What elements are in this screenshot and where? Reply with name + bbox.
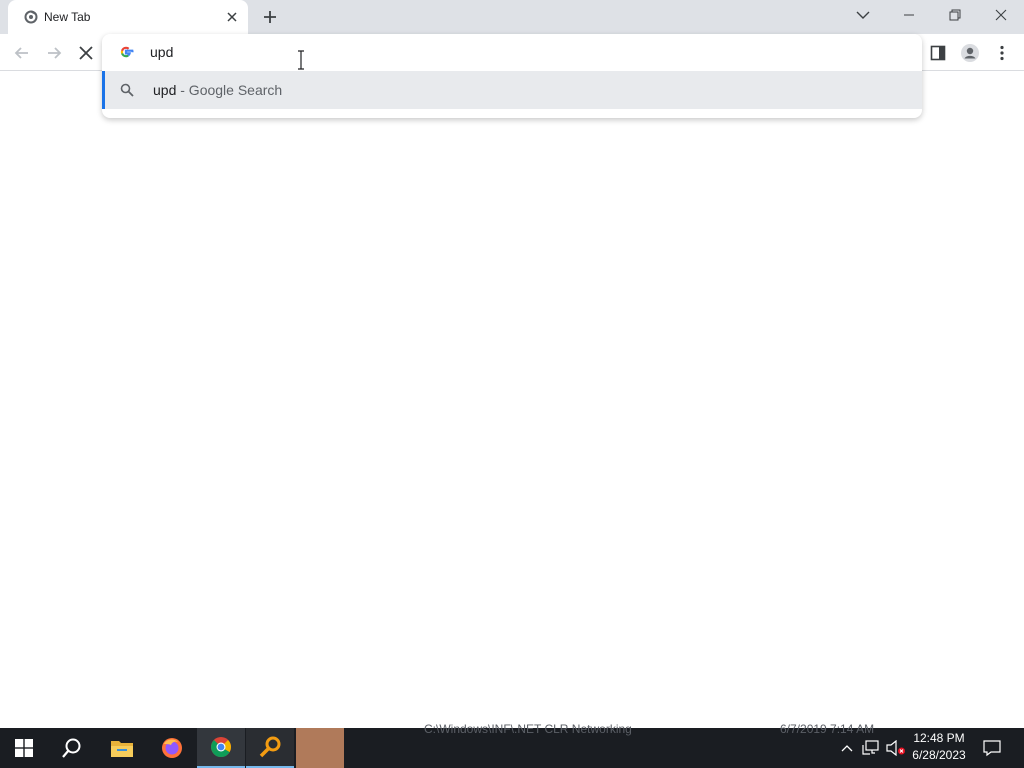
back-arrow-icon[interactable] <box>8 39 36 67</box>
stop-icon[interactable] <box>72 39 100 67</box>
system-clock[interactable]: 12:48 PM 6/28/2023 <box>908 730 970 766</box>
notification-icon[interactable] <box>972 728 1012 768</box>
address-bar-input[interactable] <box>150 42 850 62</box>
chrome-icon[interactable] <box>197 728 245 768</box>
profile-icon[interactable] <box>956 39 984 67</box>
ghost-text-path: C:\Windows\INF\.NET CLR Networking <box>424 722 632 736</box>
tab-strip: New Tab <box>0 0 1024 34</box>
app-icon[interactable] <box>296 728 344 768</box>
kebab-menu-icon[interactable] <box>988 39 1016 67</box>
tab-new-tab[interactable]: New Tab <box>8 0 248 34</box>
tab-title: New Tab <box>44 10 91 24</box>
close-icon[interactable] <box>978 0 1024 30</box>
forward-arrow-icon[interactable] <box>40 39 68 67</box>
tab-close-icon[interactable] <box>222 7 242 27</box>
firefox-icon[interactable] <box>148 728 196 768</box>
suggestion-row[interactable]: upd - Google Search <box>102 71 922 109</box>
clock-date: 6/28/2023 <box>912 748 966 762</box>
suggestion-query: upd <box>153 82 177 98</box>
suggestion-source: - Google Search <box>176 82 283 98</box>
windows-start-icon[interactable] <box>0 728 48 768</box>
minimize-icon[interactable] <box>886 0 932 30</box>
text-cursor-icon <box>296 50 306 70</box>
ghost-text-date: 6/7/2019 7:14 AM <box>780 722 875 736</box>
suggestion-text: upd - Google Search <box>153 82 282 98</box>
restore-icon[interactable] <box>932 0 978 30</box>
clock-time: 12:48 PM <box>913 731 965 745</box>
google-g-icon <box>118 44 134 60</box>
side-panel-icon[interactable] <box>924 39 952 67</box>
key-search-icon[interactable] <box>246 728 294 768</box>
search-icon <box>120 83 134 97</box>
search-icon[interactable] <box>48 728 96 768</box>
file-explorer-icon[interactable] <box>98 728 146 768</box>
new-tab-button[interactable] <box>256 4 284 30</box>
chrome-loading-icon <box>23 9 39 25</box>
tab-search-icon[interactable] <box>840 0 886 30</box>
page-content <box>0 71 1024 728</box>
volume-muted-icon[interactable] <box>884 728 908 768</box>
omnibox-dropdown: upd - Google Search <box>102 34 922 118</box>
